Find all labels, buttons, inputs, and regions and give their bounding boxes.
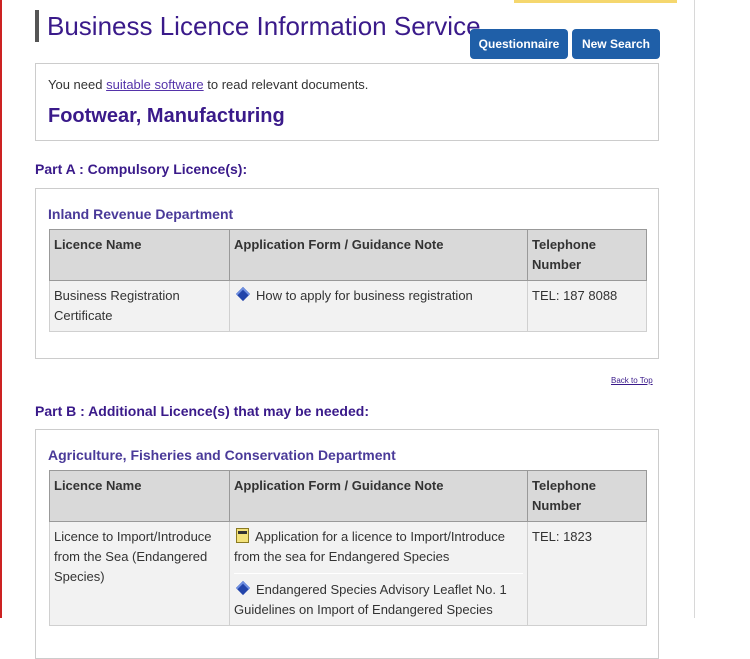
part-b-heading: Part B : Additional Licence(s) that may … (35, 403, 369, 419)
new-search-button[interactable]: New Search (572, 29, 660, 59)
telephone-cell: TEL: 1823 (527, 521, 647, 626)
form-link-item[interactable]: How to apply for business registration (234, 286, 523, 306)
notice-panel: You need suitable software to read relev… (35, 63, 659, 141)
table-row: Licence to Import/Introduce from the Sea… (49, 521, 647, 626)
form-link-text[interactable]: Endangered Species Advisory Leaflet No. … (234, 582, 507, 617)
licence-table: Licence Name Application Form / Guidance… (49, 470, 647, 626)
column-header-application-form: Application Form / Guidance Note (229, 470, 528, 522)
column-header-application-form: Application Form / Guidance Note (229, 229, 528, 281)
column-header-telephone: Telephone Number (527, 229, 647, 281)
suitable-software-link[interactable]: suitable software (106, 77, 204, 92)
part-b-department-panel: Agriculture, Fisheries and Conservation … (35, 429, 659, 659)
diamond-icon (235, 286, 251, 302)
licence-table: Licence Name Application Form / Guidance… (49, 229, 647, 332)
back-to-top-link[interactable]: Back to Top (611, 376, 653, 385)
application-form-cell: Application for a licence to Import/Intr… (229, 521, 528, 626)
part-a-heading: Part A : Compulsory Licence(s): (35, 161, 248, 177)
top-accent-bar (514, 0, 677, 3)
business-category-title: Footwear, Manufacturing (48, 105, 285, 127)
diamond-icon (235, 580, 251, 596)
telephone-cell: TEL: 187 8088 (527, 280, 647, 332)
notice-prefix: You need (48, 77, 107, 92)
column-header-licence-name: Licence Name (49, 470, 230, 522)
form-link-item[interactable]: Endangered Species Advisory Leaflet No. … (234, 573, 523, 620)
form-link-item[interactable]: Application for a licence to Import/Intr… (234, 527, 523, 567)
table-header-row: Licence Name Application Form / Guidance… (49, 229, 647, 281)
licence-name-cell: Business Registration Certificate (49, 280, 230, 332)
notice-suffix: to read relevant documents. (203, 77, 369, 92)
questionnaire-button[interactable]: Questionnaire (470, 29, 568, 59)
table-header-row: Licence Name Application Form / Guidance… (49, 470, 647, 522)
form-link-text[interactable]: Application for a licence to Import/Intr… (234, 529, 505, 564)
application-form-cell: How to apply for business registration (229, 280, 528, 332)
part-a-department-panel: Inland Revenue Department Licence Name A… (35, 188, 659, 359)
title-bar: Business Licence Information Service (35, 10, 481, 42)
table-row: Business Registration Certificate How to… (49, 280, 647, 332)
html-document-icon (236, 528, 249, 543)
licence-name-cell: Licence to Import/Introduce from the Sea… (49, 521, 230, 626)
left-edge-rule (0, 0, 2, 618)
department-name: Agriculture, Fisheries and Conservation … (48, 447, 396, 463)
form-link-text[interactable]: How to apply for business registration (256, 288, 473, 303)
department-name: Inland Revenue Department (48, 206, 234, 222)
column-header-telephone: Telephone Number (527, 470, 647, 522)
software-notice: You need suitable software to read relev… (48, 77, 368, 92)
right-edge-rule (694, 0, 695, 618)
column-header-licence-name: Licence Name (49, 229, 230, 281)
page-title: Business Licence Information Service (47, 11, 481, 41)
